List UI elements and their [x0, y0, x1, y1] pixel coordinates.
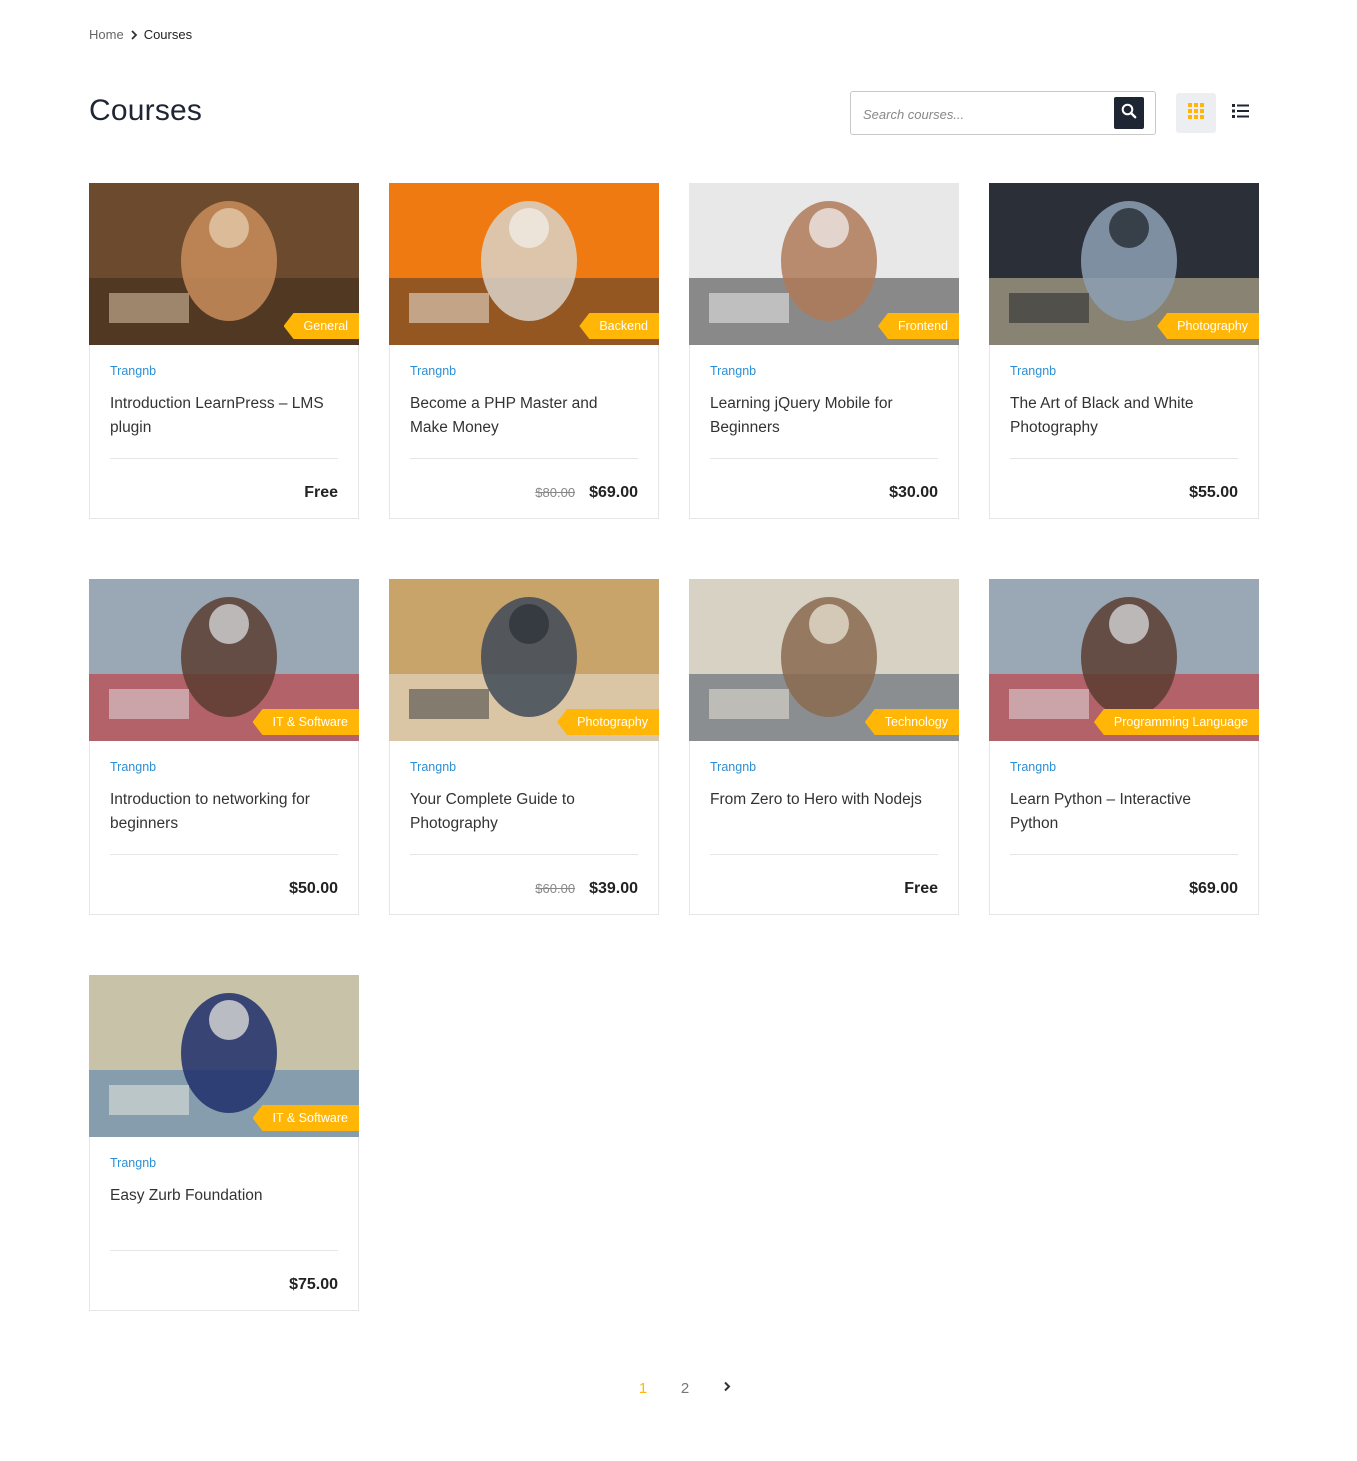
course-price: $50.00 — [289, 880, 338, 897]
course-price: $39.00 — [589, 880, 638, 897]
card-divider — [410, 458, 638, 459]
course-card[interactable]: Programming Language Trangnb Learn Python … — [989, 579, 1259, 915]
course-card[interactable]: Technology Trangnb From Zero to Hero with … — [689, 579, 959, 915]
course-author[interactable]: Trangnb — [710, 364, 938, 380]
breadcrumb: Home Courses — [89, 27, 192, 42]
course-price: $55.00 — [1189, 484, 1238, 501]
course-thumbnail[interactable]: Programming Language — [989, 579, 1259, 741]
course-category-badge: General — [283, 313, 359, 339]
course-author[interactable]: Trangnb — [410, 364, 638, 380]
course-category-badge: Backend — [579, 313, 659, 339]
chevron-right-icon — [723, 1379, 731, 1397]
course-title[interactable]: Learn Python – Interactive Python — [1010, 788, 1238, 854]
course-title[interactable]: Introduction LearnPress – LMS plugin — [110, 392, 338, 458]
course-thumbnail[interactable]: IT & Software — [89, 975, 359, 1137]
course-old-price: $80.00 — [535, 485, 576, 500]
pagination: 1 2 — [622, 1379, 748, 1397]
course-card[interactable]: Frontend Trangnb Learning jQuery Mobile fo… — [689, 183, 959, 519]
course-thumbnail[interactable]: Photography — [389, 579, 659, 741]
grid-view-button[interactable] — [1176, 93, 1216, 133]
card-divider — [710, 458, 938, 459]
card-divider — [410, 854, 638, 855]
course-title[interactable]: From Zero to Hero with Nodejs — [710, 788, 938, 854]
course-category-badge: IT & Software — [252, 709, 359, 735]
search-input[interactable] — [863, 102, 1103, 126]
page-title: Courses — [89, 94, 203, 127]
course-card[interactable]: Photography Trangnb Your Complete Guide to… — [389, 579, 659, 915]
course-author[interactable]: Trangnb — [1010, 760, 1238, 776]
card-divider — [710, 854, 938, 855]
course-category-badge: Frontend — [877, 313, 959, 339]
course-category-badge: IT & Software — [252, 1105, 359, 1131]
course-author[interactable]: Trangnb — [410, 760, 638, 776]
course-thumbnail[interactable]: Backend — [389, 183, 659, 345]
breadcrumb-home-link[interactable]: Home — [89, 27, 124, 42]
course-old-price: $60.00 — [535, 881, 576, 896]
course-card[interactable]: IT & Software Trangnb Introduction to netw… — [89, 579, 359, 915]
list-view-button[interactable] — [1220, 93, 1260, 133]
course-thumbnail[interactable]: IT & Software — [89, 579, 359, 741]
course-price-row: $75.00 — [289, 1276, 338, 1294]
course-card[interactable]: IT & Software Trangnb Easy Zurb Foundation… — [89, 975, 359, 1311]
course-title[interactable]: Easy Zurb Foundation — [110, 1184, 338, 1250]
course-price: Free — [304, 484, 338, 501]
course-thumbnail[interactable]: Photography — [989, 183, 1259, 345]
card-divider — [110, 1250, 338, 1251]
course-title[interactable]: Learning jQuery Mobile for Beginners — [710, 392, 938, 458]
course-grid: General Trangnb Introduction LearnPress – … — [89, 183, 1259, 1311]
course-price-row: $80.00 $69.00 — [535, 484, 638, 502]
course-price-row: $55.00 — [1189, 484, 1238, 502]
course-author[interactable]: Trangnb — [1010, 364, 1238, 380]
course-card[interactable]: Backend Trangnb Become a PHP Master and Ma… — [389, 183, 659, 519]
chevron-right-icon — [130, 29, 138, 40]
course-title[interactable]: Become a PHP Master and Make Money — [410, 392, 638, 458]
course-thumbnail[interactable]: General — [89, 183, 359, 345]
page-link-1[interactable]: 1 — [622, 1380, 664, 1397]
course-title[interactable]: Introduction to networking for beginners — [110, 788, 338, 854]
course-category-badge: Photography — [1157, 313, 1259, 339]
grid-view-icon — [1188, 102, 1204, 124]
course-category-badge: Photography — [557, 709, 659, 735]
course-thumbnail[interactable]: Frontend — [689, 183, 959, 345]
card-divider — [110, 854, 338, 855]
course-price-row: $50.00 — [289, 880, 338, 898]
course-category-badge: Programming Language — [1093, 709, 1259, 735]
card-divider — [1010, 458, 1238, 459]
course-price-row: Free — [304, 484, 338, 502]
course-price: $69.00 — [589, 484, 638, 501]
page-link-2[interactable]: 2 — [664, 1380, 706, 1397]
course-title[interactable]: Your Complete Guide to Photography — [410, 788, 638, 854]
course-author[interactable]: Trangnb — [110, 364, 338, 380]
course-price: $75.00 — [289, 1276, 338, 1293]
card-divider — [1010, 854, 1238, 855]
search-icon — [1121, 103, 1137, 124]
course-price-row: Free — [904, 880, 938, 898]
course-price: $69.00 — [1189, 880, 1238, 897]
course-price-row: $30.00 — [889, 484, 938, 502]
course-title[interactable]: The Art of Black and White Photography — [1010, 392, 1238, 458]
course-price: $30.00 — [889, 484, 938, 501]
course-author[interactable]: Trangnb — [710, 760, 938, 776]
course-card[interactable]: Photography Trangnb The Art of Black and W… — [989, 183, 1259, 519]
search-button[interactable] — [1114, 97, 1144, 129]
course-price: Free — [904, 880, 938, 897]
list-view-icon — [1231, 103, 1249, 123]
course-author[interactable]: Trangnb — [110, 760, 338, 776]
course-price-row: $60.00 $39.00 — [535, 880, 638, 898]
next-page-button[interactable] — [706, 1379, 748, 1397]
card-divider — [110, 458, 338, 459]
course-category-badge: Technology — [864, 709, 959, 735]
course-card[interactable]: General Trangnb Introduction LearnPress – … — [89, 183, 359, 519]
breadcrumb-current: Courses — [143, 27, 193, 42]
course-thumbnail[interactable]: Technology — [689, 579, 959, 741]
course-author[interactable]: Trangnb — [110, 1156, 338, 1172]
search-box — [850, 91, 1156, 135]
course-price-row: $69.00 — [1189, 880, 1238, 898]
